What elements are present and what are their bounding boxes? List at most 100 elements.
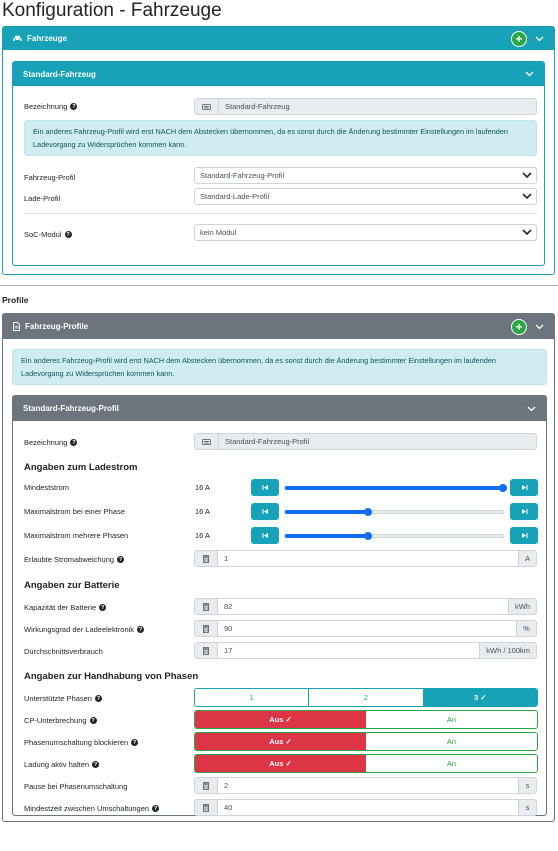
chevron-down-icon[interactable] <box>527 406 536 412</box>
help-icon[interactable]: ? <box>92 761 100 768</box>
pause-unit: s <box>519 777 537 794</box>
max1-value: 16 A <box>195 507 211 516</box>
help-icon[interactable]: ? <box>99 604 107 611</box>
step-backward-button[interactable] <box>251 527 279 544</box>
fahrzeug-profil-label: Fahrzeug-Profil <box>24 173 76 182</box>
ladung-aktiv-an-button[interactable]: An <box>366 755 537 772</box>
step-forward-button[interactable] <box>510 527 538 544</box>
help-icon[interactable]: ? <box>70 103 78 110</box>
phasen-block-label: Phasenumschaltung blockieren ? <box>24 738 139 747</box>
mindestzeit-unit: s <box>519 799 537 816</box>
help-icon[interactable]: ? <box>89 717 97 724</box>
abweichung-input[interactable]: 1 A <box>194 550 537 567</box>
soc-label: SoC-Modul ? <box>24 230 72 239</box>
help-icon[interactable]: ? <box>64 231 72 238</box>
cp-an-button[interactable]: An <box>366 711 537 728</box>
abweichung-unit: A <box>519 550 537 567</box>
cp-label-text: CP-Unterbrechung <box>24 716 87 725</box>
maxn-label: Maximalstrom mehrere Phasen <box>24 531 129 540</box>
ladung-aktiv-toggle-group: Aus ✓ An <box>194 754 538 773</box>
verbrauch-label: Durchschnittsverbrauch <box>24 647 103 656</box>
wirkungsgrad-input[interactable]: 90 % <box>194 620 537 637</box>
verbrauch-value[interactable]: 17 <box>218 642 481 659</box>
cp-toggle-group: Aus ✓ An <box>194 710 538 729</box>
profile-card-title: Standard-Fahrzeug-Profil <box>23 404 120 413</box>
wirkungsgrad-label: Wirkungsgrad der Ladeelektronik ? <box>24 625 145 634</box>
phasen-block-aus-button[interactable]: Aus ✓ <box>195 733 366 750</box>
help-icon[interactable]: ? <box>117 556 125 563</box>
phase-option-1[interactable]: 1 <box>195 689 310 706</box>
pause-value[interactable]: 2 <box>218 777 519 794</box>
mindestzeit-input[interactable]: 40 s <box>194 799 537 816</box>
profiles-card-title: Fahrzeug-Profile <box>25 322 89 331</box>
help-icon[interactable]: ? <box>70 439 78 446</box>
phasen-toggle-group: 1 2 3 ✓ <box>194 688 538 707</box>
cp-label: CP-Unterbrechung ? <box>24 716 97 725</box>
step-forward-button[interactable] <box>510 503 538 520</box>
abweichung-label: Erlaubte Stromabweichung ? <box>24 555 125 564</box>
mindestzeit-label: Mindestzeit zwischen Umschaltungen ? <box>24 804 160 813</box>
chevron-down-icon <box>522 171 532 181</box>
cp-aus-button[interactable]: Aus ✓ <box>195 711 366 728</box>
soc-module-select[interactable]: kein Modul <box>194 224 537 241</box>
info-alert: Ein anderes Fahrzeug-Profil wird erst NA… <box>24 120 537 156</box>
pause-input[interactable]: 2 s <box>194 777 537 794</box>
step-backward-button[interactable] <box>251 503 279 520</box>
phase-option-3[interactable]: 3 ✓ <box>423 689 537 706</box>
max1-row: Maximalstrom bei einer Phase 16 A <box>13 503 546 521</box>
mindestzeit-value[interactable]: 40 <box>218 799 519 816</box>
chevron-down-icon[interactable] <box>535 36 544 42</box>
help-icon[interactable]: ? <box>152 805 160 812</box>
profiles-card-header[interactable]: Fahrzeug-Profile + <box>3 314 554 339</box>
abweichung-label-text: Erlaubte Stromabweichung <box>24 555 115 564</box>
profile-name-value: Standard-Fahrzeug-Profil <box>225 437 310 446</box>
step-backward-button[interactable] <box>251 479 279 496</box>
lade-profil-label: Lade-Profil <box>24 194 61 203</box>
help-icon[interactable]: ? <box>131 739 139 746</box>
verbrauch-input[interactable]: 17 kWh / 100km <box>194 642 537 659</box>
vehicles-card: Fahrzeuge + Standard-Fahrzeug Bezeichnun… <box>2 26 555 275</box>
slider-handle[interactable] <box>363 508 372 516</box>
chevron-down-icon[interactable] <box>525 71 534 77</box>
max1-slider[interactable] <box>284 508 504 516</box>
maxn-slider[interactable] <box>284 532 504 540</box>
vehicles-card-header[interactable]: Fahrzeuge + <box>3 27 554 50</box>
kapazitaet-input[interactable]: 82 kWh <box>194 598 537 615</box>
chevron-down-icon[interactable] <box>535 324 544 330</box>
help-icon[interactable]: ? <box>94 695 102 702</box>
phasen-block-an-button[interactable]: An <box>366 733 537 750</box>
slider-fill <box>285 534 368 538</box>
lade-profil-value: Standard-Lade-Profil <box>200 192 270 201</box>
profile-name-field: Standard-Fahrzeug-Profil <box>194 433 537 450</box>
wirkungsgrad-value[interactable]: 90 <box>218 620 517 637</box>
bezeichnung-label: Bezeichnung ? <box>24 102 78 111</box>
keyboard-icon <box>195 99 219 114</box>
slider-fill <box>285 486 503 490</box>
mindeststrom-label: Mindeststrom <box>24 483 70 492</box>
ladung-aktiv-label: Ladung aktiv halten ? <box>24 760 100 769</box>
vehicle-card-header[interactable]: Standard-Fahrzeug <box>13 62 544 86</box>
phasen-label: Unterstützte Phasen ? <box>24 694 102 703</box>
phase-option-2[interactable]: 2 <box>309 689 424 706</box>
lade-profil-select[interactable]: Standard-Lade-Profil <box>194 188 537 205</box>
slider-fill <box>285 510 368 514</box>
kapazitaet-label-text: Kapazität der Batterie <box>24 603 97 612</box>
slider-handle[interactable] <box>363 532 372 540</box>
add-vehicle-button[interactable]: + <box>511 30 527 47</box>
chevron-down-icon <box>522 192 532 202</box>
help-icon[interactable]: ? <box>137 626 145 633</box>
ladung-aktiv-aus-button[interactable]: Aus ✓ <box>195 755 366 772</box>
info-alert: Ein anderes Fahrzeug-Profil wird erst NA… <box>12 349 547 385</box>
calculator-icon <box>194 598 218 615</box>
batterie-heading: Angaben zur Batterie <box>24 580 120 591</box>
fahrzeug-profil-select[interactable]: Standard-Fahrzeug-Profil <box>194 167 537 184</box>
calculator-icon <box>194 642 218 659</box>
slider-handle[interactable] <box>499 484 507 492</box>
kapazitaet-value[interactable]: 82 <box>218 598 509 615</box>
handhabung-heading: Angaben zur Handhabung von Phasen <box>24 671 199 682</box>
step-forward-button[interactable] <box>510 479 538 496</box>
mindeststrom-slider[interactable] <box>284 484 507 492</box>
add-profile-button[interactable]: + <box>511 318 527 335</box>
profile-card-header[interactable]: Standard-Fahrzeug-Profil <box>13 396 546 421</box>
abweichung-value[interactable]: 1 <box>218 550 519 567</box>
